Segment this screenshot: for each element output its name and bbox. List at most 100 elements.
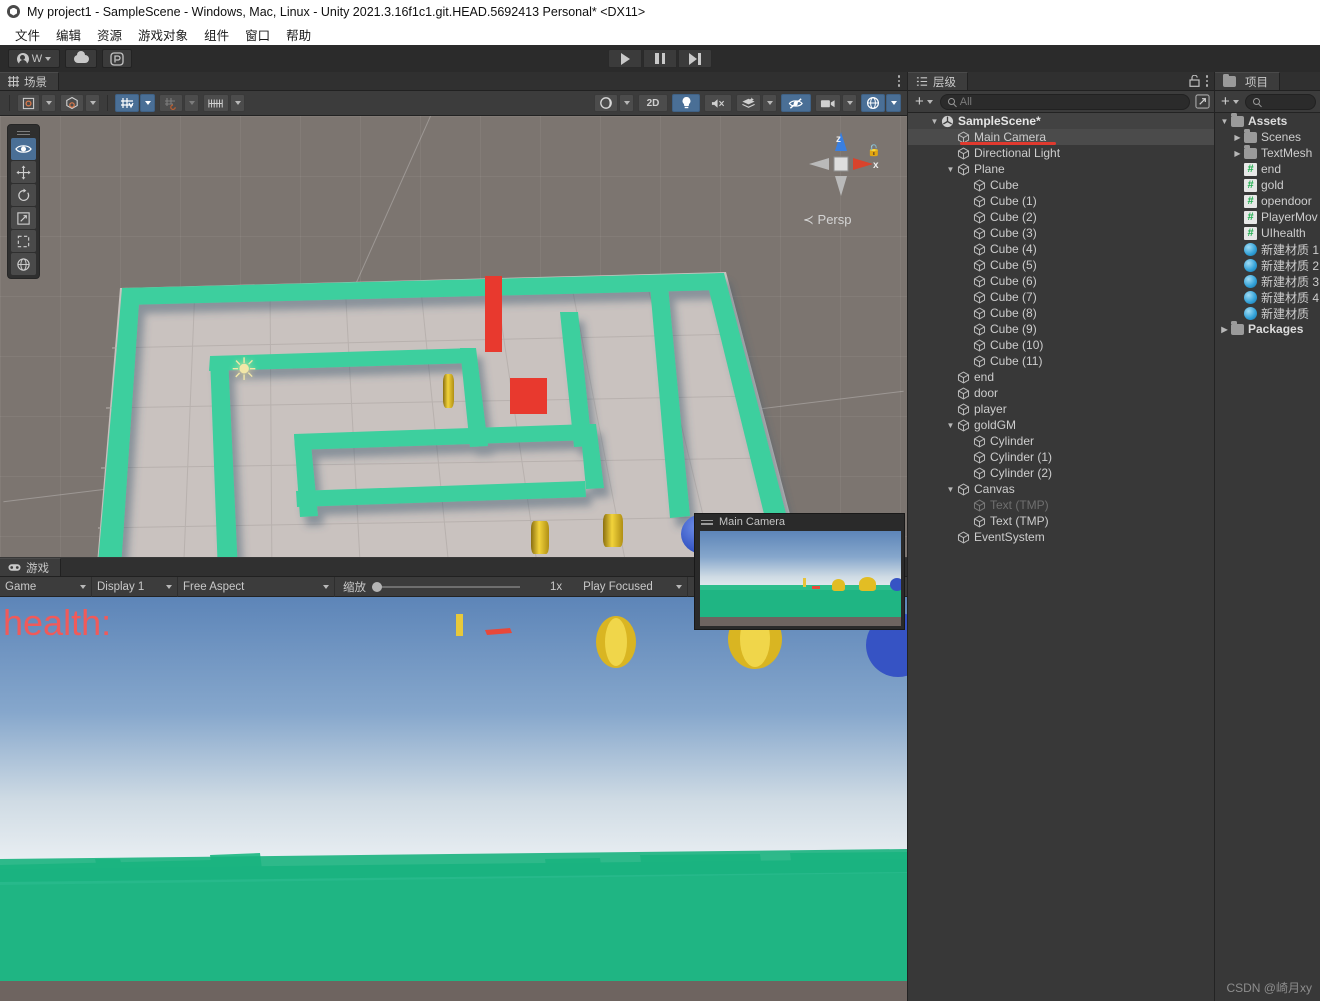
gizmo-projection-label[interactable]: ≺ Persp: [803, 212, 852, 228]
handle-space-dropdown[interactable]: [85, 94, 100, 112]
hierarchy-item[interactable]: Cube (2): [908, 209, 1215, 225]
scene-lighting-button[interactable]: [672, 94, 700, 112]
scene-effects-dropdown[interactable]: [762, 94, 777, 112]
hierarchy-item[interactable]: player: [908, 401, 1215, 417]
menu-item-gameobject[interactable]: 游戏对象: [131, 23, 195, 46]
grid-snapping-dropdown[interactable]: [140, 94, 155, 112]
hierarchy-menu-icon[interactable]: [1205, 75, 1208, 87]
tab-scene[interactable]: 场景: [0, 72, 59, 90]
menu-item-component[interactable]: 组件: [197, 23, 236, 46]
menu-item-edit[interactable]: 编辑: [49, 23, 88, 46]
pivot-mode-button[interactable]: [17, 94, 40, 112]
step-button[interactable]: [678, 49, 712, 68]
project-item[interactable]: ▶ Packages: [1215, 321, 1320, 337]
hierarchy-item[interactable]: Cube (4): [908, 241, 1215, 257]
game-play-mode-dropdown[interactable]: Play Focused: [578, 576, 689, 597]
hierarchy-item[interactable]: Cylinder (1): [908, 449, 1215, 465]
scene-camera-dropdown[interactable]: [842, 94, 857, 112]
twisty-toggle-icon[interactable]: ▶: [1218, 325, 1231, 334]
game-display-target-dropdown[interactable]: Game: [0, 576, 92, 597]
hierarchy-item[interactable]: ▼ goldGM: [908, 417, 1215, 433]
hierarchy-item[interactable]: end: [908, 369, 1215, 385]
game-scale-slider[interactable]: 缩放 1x: [335, 579, 570, 595]
scale-slider-track[interactable]: [372, 581, 520, 592]
project-item[interactable]: 新建材质 2: [1215, 257, 1320, 273]
account-button[interactable]: W: [8, 49, 60, 68]
scene-audio-button[interactable]: [704, 94, 732, 112]
project-item[interactable]: 新建材质: [1215, 305, 1320, 321]
hierarchy-item[interactable]: Cube (9): [908, 321, 1215, 337]
twisty-toggle-icon[interactable]: ▶: [1231, 149, 1244, 158]
scale-tool-button[interactable]: [11, 207, 36, 229]
tab-game[interactable]: 游戏: [0, 558, 61, 576]
hierarchy-item[interactable]: Cube: [908, 177, 1215, 193]
pivot-mode-dropdown[interactable]: [41, 94, 56, 112]
hierarchy-item[interactable]: Cube (1): [908, 193, 1215, 209]
game-display-dropdown[interactable]: Display 1: [92, 576, 178, 597]
shading-mode-dropdown[interactable]: [619, 94, 634, 112]
cloud-services-button[interactable]: [65, 49, 97, 68]
project-add-button[interactable]: +: [1219, 93, 1241, 110]
menu-item-window[interactable]: 窗口: [238, 23, 277, 46]
game-aspect-dropdown[interactable]: Free Aspect: [178, 576, 335, 597]
hierarchy-scene-root[interactable]: ▼ SampleScene*: [908, 113, 1215, 129]
scene-viewport[interactable]: ☀ 🔓 z x ≺ Persp: [0, 116, 907, 557]
twisty-toggle-icon[interactable]: ▼: [944, 485, 957, 494]
scale-slider-knob[interactable]: [372, 581, 382, 592]
hierarchy-tree[interactable]: ▼ SampleScene* Main Camera Directional Ligh…: [908, 113, 1215, 1001]
hierarchy-item[interactable]: Cube (11): [908, 353, 1215, 369]
project-item[interactable]: # PlayerMov: [1215, 209, 1320, 225]
move-tool-button[interactable]: [11, 161, 36, 183]
panel-splitter[interactable]: [907, 72, 908, 1001]
rotate-tool-button[interactable]: [11, 184, 36, 206]
view-tool-button[interactable]: [11, 138, 36, 160]
hierarchy-item[interactable]: Cube (7): [908, 289, 1215, 305]
hierarchy-item[interactable]: ▼ Canvas: [908, 481, 1215, 497]
expand-icon[interactable]: [1195, 94, 1210, 109]
tab-project[interactable]: 项目: [1215, 72, 1280, 90]
handle-space-button[interactable]: [60, 94, 84, 112]
tab-hierarchy[interactable]: 层级: [908, 72, 968, 90]
scene-camera-button[interactable]: [815, 94, 841, 112]
project-item[interactable]: 新建材质 3: [1215, 273, 1320, 289]
shading-mode-button[interactable]: [594, 94, 618, 112]
hierarchy-item[interactable]: ▼ Plane: [908, 161, 1215, 177]
twisty-toggle-icon[interactable]: ▶: [1231, 133, 1244, 142]
ruler-button[interactable]: [203, 94, 229, 112]
scene-orientation-gizmo[interactable]: 🔓 z x ≺ Persp: [795, 124, 885, 234]
hierarchy-item[interactable]: Main Camera: [908, 129, 1215, 145]
hierarchy-item[interactable]: EventSystem: [908, 529, 1215, 545]
scene-visibility-button[interactable]: [781, 94, 811, 112]
scene-menu-icon[interactable]: [897, 75, 900, 87]
twisty-toggle-icon[interactable]: ▼: [944, 165, 957, 174]
hierarchy-item[interactable]: Cube (8): [908, 305, 1215, 321]
project-item[interactable]: # gold: [1215, 177, 1320, 193]
gizmos-dropdown[interactable]: [886, 94, 901, 112]
hierarchy-item[interactable]: Cylinder: [908, 433, 1215, 449]
hierarchy-item[interactable]: Cube (3): [908, 225, 1215, 241]
hierarchy-add-button[interactable]: +: [913, 93, 935, 110]
game-viewport[interactable]: health:: [0, 597, 907, 1001]
drag-handle-icon[interactable]: [701, 519, 713, 525]
twisty-toggle-icon[interactable]: ▼: [1218, 117, 1231, 126]
twisty-toggle-icon[interactable]: ▼: [944, 421, 957, 430]
menu-item-file[interactable]: 文件: [8, 23, 47, 46]
ruler-dropdown[interactable]: [230, 94, 245, 112]
play-button[interactable]: [608, 49, 642, 68]
hierarchy-item[interactable]: Text (TMP): [908, 513, 1215, 529]
project-search-input[interactable]: [1244, 93, 1316, 110]
hierarchy-item[interactable]: Directional Light: [908, 145, 1215, 161]
transform-tool-button[interactable]: [11, 253, 36, 275]
gizmos-button[interactable]: [861, 94, 885, 112]
snap-increment-dropdown[interactable]: [184, 94, 199, 112]
lock-icon[interactable]: [1188, 75, 1200, 87]
grid-snapping-button[interactable]: [115, 94, 139, 112]
hierarchy-item[interactable]: Cylinder (2): [908, 465, 1215, 481]
hierarchy-item[interactable]: Text (TMP): [908, 497, 1215, 513]
project-item[interactable]: 新建材质 4: [1215, 289, 1320, 305]
menu-item-help[interactable]: 帮助: [279, 23, 318, 46]
rect-tool-button[interactable]: [11, 230, 36, 252]
project-item[interactable]: 新建材质 1: [1215, 241, 1320, 257]
project-item[interactable]: # opendoor: [1215, 193, 1320, 209]
tools-drag-handle[interactable]: [11, 128, 36, 137]
